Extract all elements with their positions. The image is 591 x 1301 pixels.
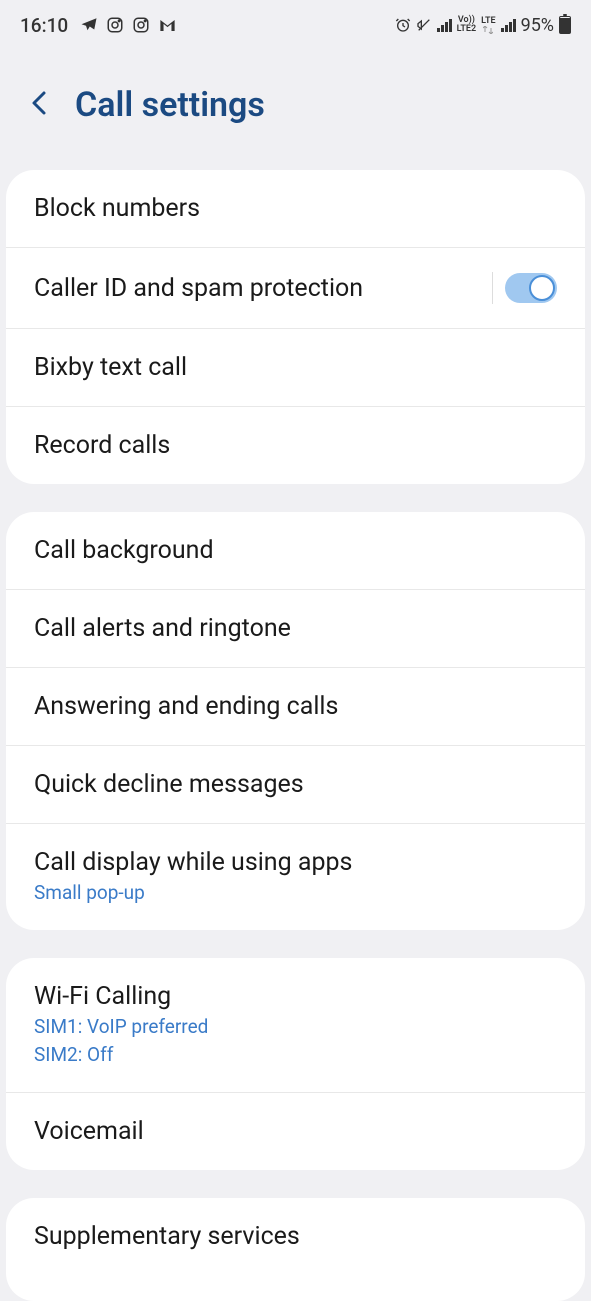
block-numbers-row[interactable]: Block numbers (6, 170, 585, 248)
quick-decline-row[interactable]: Quick decline messages (6, 746, 585, 824)
call-alerts-label: Call alerts and ringtone (34, 614, 291, 643)
battery-percentage: 95% (521, 15, 554, 36)
status-bar-right: Vo)) LTE2 LTE 95% (395, 15, 571, 36)
voicemail-row[interactable]: Voicemail (6, 1093, 585, 1170)
page-header: Call settings (0, 50, 591, 170)
supplementary-services-row[interactable]: Supplementary services (6, 1198, 585, 1301)
call-display-row[interactable]: Call display while using apps Small pop-… (6, 824, 585, 930)
bixby-text-call-label: Bixby text call (34, 353, 187, 382)
call-background-row[interactable]: Call background (6, 512, 585, 590)
call-display-subtitle: Small pop-up (34, 880, 352, 906)
call-display-content: Call display while using apps Small pop-… (34, 848, 352, 906)
bixby-text-call-row[interactable]: Bixby text call (6, 329, 585, 407)
instagram-icon-2 (132, 16, 150, 34)
lte-indicator: LTE (481, 17, 495, 34)
voicemail-label: Voicemail (34, 1117, 144, 1146)
wifi-calling-content: Wi-Fi Calling SIM1: VoIP preferred SIM2:… (34, 982, 208, 1068)
signal-strength-icon-1 (437, 18, 452, 32)
toggle-divider (492, 272, 493, 304)
caller-id-spam-toggle[interactable] (505, 273, 557, 303)
wifi-calling-row[interactable]: Wi-Fi Calling SIM1: VoIP preferred SIM2:… (6, 958, 585, 1093)
signal-strength-icon-2 (501, 18, 516, 32)
answering-ending-row[interactable]: Answering and ending calls (6, 668, 585, 746)
status-bar-left: 16:10 (20, 14, 177, 37)
status-bar: 16:10 Vo)) LTE2 LTE (0, 0, 591, 50)
back-button[interactable] (30, 89, 50, 122)
telegram-icon (80, 16, 98, 34)
volte-indicator: Vo)) LTE2 (457, 16, 477, 34)
alarm-icon (395, 17, 411, 33)
call-alerts-row[interactable]: Call alerts and ringtone (6, 590, 585, 668)
vibrate-mute-icon (416, 17, 432, 33)
quick-decline-label: Quick decline messages (34, 770, 304, 799)
call-background-label: Call background (34, 536, 214, 565)
gmail-icon (158, 16, 177, 35)
call-display-label: Call display while using apps (34, 848, 352, 877)
settings-group-1: Block numbers Caller ID and spam protect… (6, 170, 585, 484)
wifi-calling-label: Wi-Fi Calling (34, 982, 208, 1011)
page-title: Call settings (75, 85, 265, 125)
record-calls-row[interactable]: Record calls (6, 407, 585, 484)
settings-group-4: Supplementary services (6, 1198, 585, 1301)
block-numbers-label: Block numbers (34, 194, 200, 223)
caller-id-spam-row[interactable]: Caller ID and spam protection (6, 248, 585, 329)
battery-icon (559, 16, 571, 34)
instagram-icon (106, 16, 124, 34)
answering-ending-label: Answering and ending calls (34, 692, 338, 721)
status-time: 16:10 (20, 14, 68, 37)
wifi-calling-sim2: SIM2: Off (34, 1042, 208, 1068)
settings-group-2: Call background Call alerts and ringtone… (6, 512, 585, 930)
caller-id-spam-label: Caller ID and spam protection (34, 274, 363, 303)
supplementary-services-label: Supplementary services (34, 1222, 300, 1251)
wifi-calling-sim1: SIM1: VoIP preferred (34, 1014, 208, 1040)
settings-group-3: Wi-Fi Calling SIM1: VoIP preferred SIM2:… (6, 958, 585, 1170)
caller-id-toggle-wrapper (492, 272, 557, 304)
record-calls-label: Record calls (34, 431, 170, 460)
